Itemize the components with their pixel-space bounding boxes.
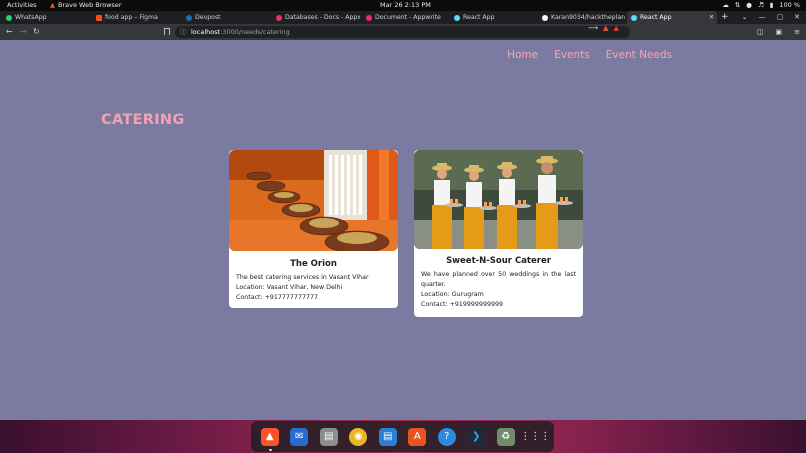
- figma-icon: [96, 14, 102, 21]
- devpost-icon: [186, 14, 192, 21]
- clock[interactable]: Mar 26 2:13 PM: [380, 0, 431, 11]
- site-nav: Home Events Event Needs: [507, 49, 672, 61]
- help-icon[interactable]: ?: [437, 427, 456, 446]
- battery-level: 100 %: [779, 1, 800, 9]
- caterer-location: Location: Gurugram: [421, 291, 484, 298]
- url-field[interactable]: ⓘ localhost:3000/needs/catering: [175, 26, 630, 38]
- tab-label: Karan9034/hacktheplan: [551, 14, 626, 21]
- sidebar-icon[interactable]: ◫: [757, 28, 764, 36]
- vscode-icon[interactable]: ❯: [467, 427, 486, 446]
- url-host: localhost: [191, 28, 221, 36]
- activities-button[interactable]: Activities: [7, 0, 37, 11]
- app-center-icon[interactable]: A: [408, 427, 427, 446]
- tab-whatsapp[interactable]: WhatsApp: [2, 11, 90, 24]
- reload-icon[interactable]: ↻: [33, 27, 40, 37]
- libreoffice-writer-icon[interactable]: ▤: [378, 427, 397, 446]
- tab-label: Databases - Docs - Appwr: [285, 14, 360, 21]
- share-icon[interactable]: ⟶: [588, 24, 598, 32]
- site-info-icon[interactable]: ⓘ: [180, 26, 187, 38]
- tab-label: food app – Figma: [105, 14, 158, 21]
- system-tray[interactable]: ☁ ⇅ ● ♬ ▮ 100 %: [722, 0, 800, 11]
- tab-label: WhatsApp: [15, 14, 47, 21]
- tab-devpost[interactable]: Devpost: [182, 11, 270, 24]
- network-icon: ⇅: [734, 1, 741, 9]
- caterer-card[interactable]: Sweet-N-Sour Caterer We have planned ove…: [414, 150, 583, 317]
- url-actions: ⟶ ▲ ▲: [588, 24, 619, 32]
- whatsapp-icon: [6, 14, 12, 21]
- forward-icon[interactable]: →: [20, 27, 27, 37]
- volume-icon: ♬: [757, 1, 764, 9]
- caterer-contact: Contact: +919999999999: [421, 301, 503, 308]
- wallet-icon[interactable]: ▣: [776, 28, 783, 36]
- tab-github[interactable]: Karan9034/hacktheplan: [538, 11, 626, 24]
- weather-icon: ☁: [722, 1, 729, 9]
- nav-events[interactable]: Events: [554, 49, 590, 61]
- caterer-location: Location: Vasant Vihar, New Delhi: [236, 284, 343, 291]
- desktop-background: ▲ ✉ ▤ ◉ ▤ A ? ❯ ♻ ⋮⋮⋮: [0, 420, 806, 453]
- tab-label: Devpost: [195, 14, 221, 21]
- files-icon[interactable]: ▤: [319, 427, 338, 446]
- url-path: :3000/needs/catering: [220, 28, 290, 36]
- address-bar: ← → ↻ ⓘ localhost:3000/needs/catering ⟶ …: [0, 24, 806, 40]
- tab-react-app[interactable]: React App: [450, 11, 538, 24]
- appwrite-icon: [366, 14, 372, 21]
- tab-search-icon[interactable]: ⌄: [742, 11, 748, 24]
- back-icon[interactable]: ←: [6, 27, 13, 37]
- new-tab-button[interactable]: +: [721, 11, 729, 24]
- tab-label: React App: [463, 14, 495, 21]
- tab-figma[interactable]: food app – Figma: [92, 11, 180, 24]
- brave-shields-icon[interactable]: ▲: [603, 24, 608, 32]
- dock: ▲ ✉ ▤ ◉ ▤ A ? ❯ ♻ ⋮⋮⋮: [251, 421, 554, 452]
- minimize-icon[interactable]: —: [759, 11, 766, 24]
- tab-appwrite-document[interactable]: Document - Appwrite: [362, 11, 450, 24]
- browser-tools: ◫ ▣ ≡: [757, 28, 800, 36]
- trash-icon[interactable]: ♻: [496, 427, 515, 446]
- github-icon: [542, 14, 548, 21]
- app-menu[interactable]: ▲ Brave Web Browser: [50, 0, 122, 11]
- tab-strip: WhatsApp food app – Figma Devpost Databa…: [0, 11, 806, 24]
- tab-react-app-active[interactable]: React App ✕: [627, 11, 717, 24]
- system-top-bar: Activities ▲ Brave Web Browser Mar 26 2:…: [0, 0, 806, 11]
- bookmark-icon[interactable]: [164, 28, 170, 35]
- caterer-card[interactable]: The Orion The best catering services in …: [229, 150, 398, 308]
- react-icon: [631, 14, 637, 21]
- brave-icon: ▲: [50, 1, 55, 9]
- tab-label: Document - Appwrite: [375, 14, 441, 21]
- rhythmbox-icon[interactable]: ◉: [349, 427, 368, 446]
- app-name: Brave Web Browser: [58, 1, 122, 9]
- show-apps-icon[interactable]: ⋮⋮⋮: [520, 428, 550, 446]
- nav-event-needs[interactable]: Event Needs: [606, 49, 672, 61]
- tab-appwrite-databases[interactable]: Databases - Docs - Appwr: [272, 11, 360, 24]
- brave-rewards-icon[interactable]: ▲: [613, 24, 618, 32]
- caterer-description: We have planned over 50 weddings in the …: [421, 271, 576, 288]
- close-tab-icon[interactable]: ✕: [709, 11, 714, 24]
- thunderbird-icon[interactable]: ✉: [290, 427, 309, 446]
- page-title: CATERING: [101, 112, 185, 128]
- close-window-icon[interactable]: ✕: [794, 11, 800, 24]
- caterer-photo: [414, 150, 583, 249]
- waiters-image: [414, 150, 583, 249]
- nav-home[interactable]: Home: [507, 49, 538, 61]
- menu-icon[interactable]: ≡: [794, 28, 800, 36]
- caterer-name: The Orion: [290, 259, 337, 269]
- maximize-icon[interactable]: ▢: [777, 11, 784, 24]
- battery-icon: ▮: [769, 1, 774, 9]
- mic-icon: ●: [746, 1, 752, 9]
- caterer-description: The best catering services in Vasant Vih…: [236, 274, 369, 281]
- caterer-name: Sweet-N-Sour Caterer: [446, 256, 551, 266]
- window-controls: ⌄ — ▢ ✕: [742, 11, 800, 24]
- caterer-photo: [229, 150, 398, 251]
- appwrite-icon: [276, 14, 282, 21]
- buffet-image: [229, 150, 398, 251]
- react-icon: [454, 14, 460, 21]
- caterer-contact: Contact: +917777777777: [236, 294, 318, 301]
- web-page: Home Events Event Needs CATERING The Ori…: [0, 40, 806, 420]
- tab-label: React App: [640, 14, 672, 21]
- brave-browser-icon[interactable]: ▲: [260, 427, 279, 451]
